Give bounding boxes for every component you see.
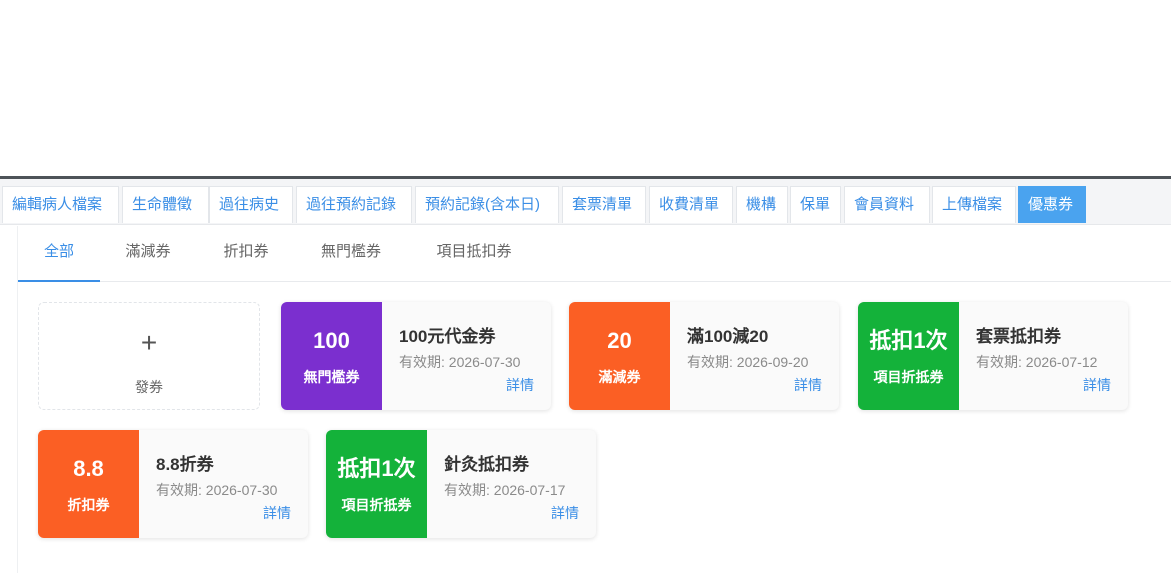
coupon-detail-link[interactable]: 詳情	[794, 375, 822, 395]
coupon-info: 針灸抵扣券 有效期: 2026-07-17 詳情	[427, 430, 596, 538]
tab-member-info[interactable]: 會員資料	[844, 186, 930, 223]
tab-package-list[interactable]: 套票清單	[562, 186, 646, 223]
coupon-card: 抵扣1次 項目折抵券 針灸抵扣券 有效期: 2026-07-17 詳情	[326, 430, 596, 538]
coupon-name: 100元代金券	[399, 327, 496, 346]
coupon-name: 8.8折券	[156, 455, 214, 474]
issue-coupon-button[interactable]: + 發券	[38, 302, 260, 410]
coupon-value: 8.8	[73, 456, 104, 481]
coupon-type: 折扣券	[67, 497, 110, 513]
coupon-type: 滿減券	[598, 369, 641, 385]
coupon-type: 項目折抵券	[341, 497, 412, 513]
tab-upload-files[interactable]: 上傳檔案	[932, 186, 1016, 223]
coupon-card: 100 無門檻券 100元代金券 有效期: 2026-07-30 詳情	[281, 302, 551, 410]
tab-past-appointments[interactable]: 過往預約記錄	[296, 186, 412, 223]
subtab-spend-discount[interactable]: 滿減券	[113, 226, 183, 282]
validity-date: 2026-07-17	[493, 482, 566, 498]
coupon-value-panel: 抵扣1次 項目折抵券	[858, 302, 959, 410]
subtab-item-deduction[interactable]: 項目抵扣券	[422, 226, 526, 282]
coupon-name: 套票抵扣券	[976, 327, 1061, 346]
coupon-value-panel: 20 滿減券	[569, 302, 670, 410]
coupon-info: 套票抵扣券 有效期: 2026-07-12 詳情	[959, 302, 1128, 410]
tab-vital-signs[interactable]: 生命體徵	[122, 186, 209, 223]
coupon-detail-link[interactable]: 詳情	[506, 375, 534, 395]
subtab-all[interactable]: 全部	[18, 226, 100, 282]
coupon-validity: 有效期: 2026-07-17	[444, 480, 565, 500]
coupon-info: 100元代金券 有效期: 2026-07-30 詳情	[382, 302, 551, 410]
tab-insurance-policy[interactable]: 保單	[790, 186, 841, 223]
coupon-value: 20	[607, 328, 632, 353]
coupon-name: 滿100減20	[687, 327, 769, 346]
subtab-no-threshold[interactable]: 無門檻券	[308, 226, 394, 282]
validity-date: 2026-07-30	[448, 354, 521, 370]
coupon-type: 項目折抵券	[873, 369, 944, 385]
validity-label: 有效期:	[399, 354, 445, 370]
coupon-value: 抵扣1次	[337, 456, 416, 481]
main-tab-bar: 編輯病人檔案 生命體徵 過往病史 過往預約記錄 預約記錄(含本日) 套票清單 收…	[0, 179, 1171, 225]
coupon-detail-link[interactable]: 詳情	[551, 503, 579, 523]
coupon-value: 100	[313, 328, 350, 353]
tab-billing-list[interactable]: 收費清單	[649, 186, 733, 223]
subtab-percent-discount[interactable]: 折扣券	[211, 226, 281, 282]
coupon-type: 無門檻券	[303, 369, 360, 385]
coupon-card: 20 滿減券 滿100減20 有效期: 2026-09-20 詳情	[569, 302, 839, 410]
coupon-info: 滿100減20 有效期: 2026-09-20 詳情	[670, 302, 839, 410]
tab-institution[interactable]: 機構	[736, 186, 788, 223]
plus-icon: +	[140, 327, 158, 358]
validity-label: 有效期:	[156, 482, 202, 498]
coupon-validity: 有效期: 2026-07-30	[399, 352, 520, 372]
tab-medical-history[interactable]: 過往病史	[209, 186, 293, 223]
coupon-value-panel: 抵扣1次 項目折抵券	[326, 430, 427, 538]
coupon-detail-link[interactable]: 詳情	[1083, 375, 1111, 395]
validity-date: 2026-07-12	[1025, 354, 1098, 370]
coupon-validity: 有效期: 2026-07-30	[156, 480, 277, 500]
coupon-detail-link[interactable]: 詳情	[263, 503, 291, 523]
coupon-name: 針灸抵扣券	[444, 455, 529, 474]
coupon-validity: 有效期: 2026-07-12	[976, 352, 1097, 372]
tab-appointments-incl-today[interactable]: 預約記錄(含本日)	[415, 186, 559, 223]
coupon-value-panel: 100 無門檻券	[281, 302, 382, 410]
validity-label: 有效期:	[444, 482, 490, 498]
coupon-filter-tabs: 全部 滿減券 折扣券 無門檻券 項目抵扣券	[18, 226, 1171, 282]
validity-date: 2026-09-20	[736, 354, 809, 370]
validity-label: 有效期:	[976, 354, 1022, 370]
validity-label: 有效期:	[687, 354, 733, 370]
coupon-card: 8.8 折扣券 8.8折券 有效期: 2026-07-30 詳情	[38, 430, 308, 538]
validity-date: 2026-07-30	[205, 482, 278, 498]
coupon-value-panel: 8.8 折扣券	[38, 430, 139, 538]
tab-edit-patient-profile[interactable]: 編輯病人檔案	[2, 186, 119, 223]
coupon-validity: 有效期: 2026-09-20	[687, 352, 808, 372]
coupon-value: 抵扣1次	[869, 328, 948, 353]
coupon-info: 8.8折券 有效期: 2026-07-30 詳情	[139, 430, 308, 538]
issue-coupon-label: 發券	[135, 379, 163, 395]
coupon-card: 抵扣1次 項目折抵券 套票抵扣券 有效期: 2026-07-12 詳情	[858, 302, 1128, 410]
tab-coupons[interactable]: 優惠券	[1018, 186, 1086, 223]
